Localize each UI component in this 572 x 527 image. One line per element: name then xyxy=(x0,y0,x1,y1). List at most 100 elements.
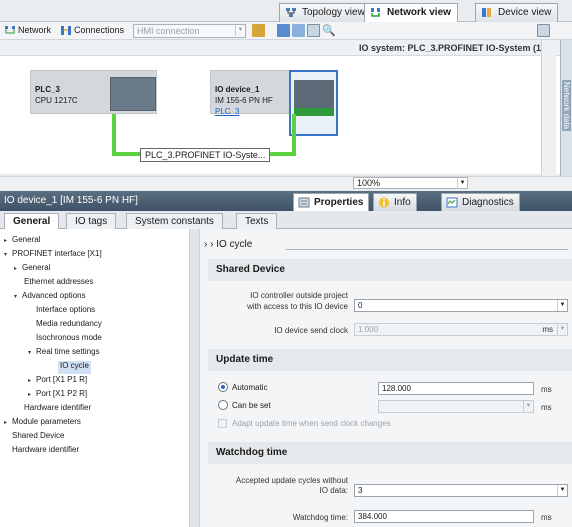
send-clock-label: IO device send clock xyxy=(274,326,348,335)
tab-diagnostics-label: Diagnostics xyxy=(462,197,514,208)
tree-item-ethernet-addresses[interactable]: Ethernet addresses xyxy=(24,277,93,290)
tree-item-profinet-interface[interactable]: ▾ PROFINET interface [X1] xyxy=(4,249,102,262)
io-device[interactable]: IO device_1 IM 155-6 PN HF PLC_3 xyxy=(210,70,338,136)
io-system-bar: IO system: PLC_3.PROFINET IO-System (100… xyxy=(0,40,560,56)
table-icon[interactable] xyxy=(292,24,305,37)
subtab-io-tags[interactable]: IO tags xyxy=(66,213,117,229)
tree-item-port-p2[interactable]: ▸ Port [X1 P2 R] xyxy=(28,389,87,402)
connections-icon xyxy=(61,26,71,35)
hmi-connection-select[interactable]: HMI connection ▼ xyxy=(133,24,246,38)
tree-item-hardware-identifier[interactable]: Hardware identifier xyxy=(12,445,79,458)
chevron-down-icon: ▼ xyxy=(557,324,567,335)
tree-item-label: PROFINET interface [X1] xyxy=(12,249,102,258)
accepted-cycles-select[interactable]: 3 ▼ xyxy=(354,484,568,497)
tree-arrow-icon: ▸ xyxy=(4,420,8,426)
tree-item-label: Interface options xyxy=(36,305,96,314)
topology-icon xyxy=(286,8,296,17)
fit-view-icon[interactable] xyxy=(307,24,320,37)
subtab-system-constants[interactable]: System constants xyxy=(126,213,223,229)
subtab-texts[interactable]: Texts xyxy=(236,213,278,229)
network-data-label: Network data xyxy=(562,80,571,132)
property-tree: ▸ General ▾ PROFINET interface [X1] ▸ Gener… xyxy=(0,229,190,527)
diagnostics-icon xyxy=(446,197,458,208)
network-button[interactable]: Network xyxy=(2,24,54,38)
network-data-side-tab[interactable]: Network data xyxy=(560,40,572,176)
tree-item-general[interactable]: ▸ General xyxy=(4,235,40,248)
io-cycle-panel: › › IO cycle Shared Device IO controller… xyxy=(200,229,572,527)
automatic-update-time-value: 128.000 xyxy=(382,384,411,393)
io-controller-label-1: IO controller outside project xyxy=(250,291,348,300)
tree-item-label: General xyxy=(22,263,51,272)
plc-device[interactable]: PLC_3 CPU 1217C xyxy=(30,70,157,114)
inspector-header: IO device_1 [IM 155-6 PN HF] Properties … xyxy=(0,191,572,211)
panel-toggle-icon[interactable] xyxy=(537,24,550,37)
profinet-network-label[interactable]: PLC_3.PROFINET IO-Syste... xyxy=(140,148,271,162)
tree-item-media-redundancy[interactable]: Media redundancy xyxy=(36,319,102,332)
tab-info[interactable]: Info xyxy=(373,193,417,211)
automatic-unit: ms xyxy=(541,385,552,394)
canvas-vertical-scrollbar[interactable] xyxy=(541,40,556,176)
io-controller-select[interactable]: 0 ▼ xyxy=(354,299,568,312)
canvas-horizontal-scrollbar[interactable] xyxy=(0,176,572,190)
tab-network-view[interactable]: Network view xyxy=(364,3,458,23)
chevron-down-icon: ▼ xyxy=(557,300,567,311)
can-be-set-radio[interactable] xyxy=(218,400,228,410)
info-icon xyxy=(379,197,389,208)
tree-item-label: Media redundancy xyxy=(36,319,102,328)
tree-item-label: Shared Device xyxy=(12,431,65,440)
tab-topology-view[interactable]: Topology view xyxy=(279,3,372,22)
tree-arrow-icon: ▾ xyxy=(28,350,32,356)
chevron-down-icon: ▼ xyxy=(457,178,467,189)
tab-properties[interactable]: Properties xyxy=(293,193,370,211)
grid-icon[interactable] xyxy=(277,24,290,37)
zoom-icon[interactable]: 🔍 xyxy=(322,24,336,37)
device-view-icon xyxy=(482,8,491,17)
io-port-line xyxy=(292,114,296,154)
tree-item-interface-general[interactable]: ▸ General xyxy=(14,263,50,276)
plc-device-name: PLC_3 xyxy=(35,85,60,94)
tree-item-module-parameters[interactable]: ▸ Module parameters xyxy=(4,417,81,430)
zoom-value: 100% xyxy=(357,178,381,188)
tree-item-label: Hardware identifier xyxy=(12,445,80,454)
tree-item-port-p1[interactable]: ▸ Port [X1 P1 R] xyxy=(28,375,87,388)
inspector-subtabs: General IO tags System constants Texts xyxy=(0,211,572,230)
tree-item-io-cycle[interactable]: IO cycle xyxy=(58,361,91,374)
highlight-connections-icon[interactable] xyxy=(252,24,265,37)
adapt-update-time-checkbox[interactable] xyxy=(218,419,227,428)
tree-item-shared-device[interactable]: Shared Device xyxy=(12,431,64,444)
io-device-controller-link[interactable]: PLC_3 xyxy=(215,107,239,116)
plc-hardware-icon xyxy=(110,77,156,111)
tree-item-advanced-options[interactable]: ▾ Advanced options xyxy=(14,291,86,304)
network-canvas[interactable]: PLC_3 CPU 1217C IO device_1 IM 155-6 PN … xyxy=(0,56,560,174)
update-time-section-title: Update time xyxy=(208,349,572,371)
tab-diagnostics[interactable]: Diagnostics xyxy=(441,193,520,211)
tree-item-real-time-settings[interactable]: ▾ Real time settings xyxy=(28,347,100,360)
tree-item-interface-options[interactable]: Interface options xyxy=(36,305,95,318)
tab-device-view[interactable]: Device view xyxy=(475,3,559,22)
send-clock-unit: ms xyxy=(542,325,553,334)
watchdog-time-value: 384.000 xyxy=(358,512,387,521)
breadcrumb: › › IO cycle xyxy=(204,239,253,250)
tree-item-interface-hw-identifier[interactable]: Hardware identifier xyxy=(24,403,91,416)
accepted-cycles-label-1: Accepted update cycles without xyxy=(235,476,348,485)
hmi-connection-placeholder: HMI connection xyxy=(137,26,200,36)
pane-splitter[interactable] xyxy=(190,229,200,527)
io-system-label: IO system: PLC_3.PROFINET IO-System (100… xyxy=(358,43,554,53)
tree-arrow-icon: ▾ xyxy=(4,252,8,258)
send-clock-value: 1.000 xyxy=(358,325,379,334)
tree-arrow-icon: ▸ xyxy=(14,266,18,272)
automatic-update-time-field[interactable]: 128.000 xyxy=(378,382,534,395)
watchdog-time-unit: ms xyxy=(541,513,552,522)
tree-item-label: Module parameters xyxy=(12,417,81,426)
tab-topology-label: Topology view xyxy=(302,7,365,18)
tree-arrow-icon: ▸ xyxy=(28,392,32,398)
subtab-general[interactable]: General xyxy=(4,213,60,230)
automatic-radio[interactable] xyxy=(218,382,228,392)
tree-item-label: IO cycle xyxy=(60,361,89,370)
connections-button[interactable]: Connections xyxy=(58,24,127,38)
accepted-cycles-value: 3 xyxy=(358,486,363,495)
chevron-down-icon: ▼ xyxy=(523,401,533,412)
tree-item-isochronous-mode[interactable]: Isochronous mode xyxy=(36,333,102,346)
io-device-name: IO device_1 xyxy=(215,85,260,94)
zoom-select[interactable]: 100% ▼ xyxy=(353,177,468,189)
